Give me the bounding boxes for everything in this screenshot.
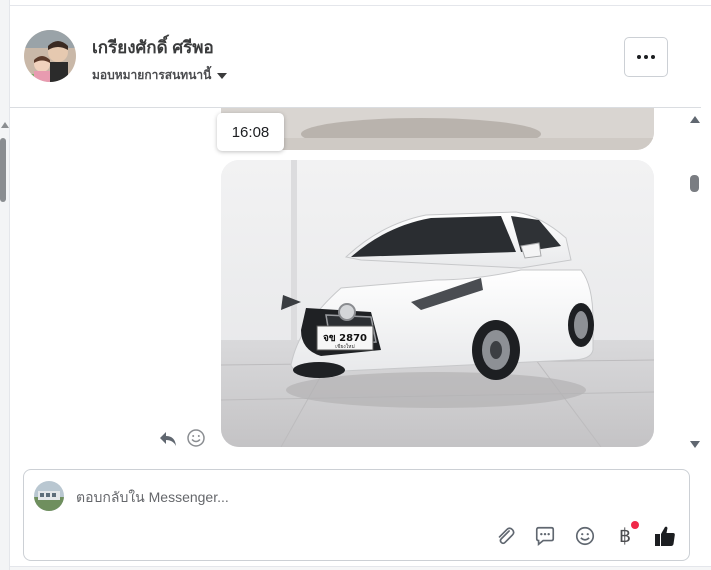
saved-replies-button[interactable] [533,524,557,548]
assign-conversation-dropdown[interactable]: มอบหมายการสนทนานี้ [92,66,228,85]
payment-icon: ฿ [618,525,632,547]
conversation-header: เกรียงศักดิ์ ศรีพอ มอบหมายการสนทนานี้ [10,6,701,108]
payment-button[interactable]: ฿ [613,521,639,548]
reply-icon[interactable] [158,428,178,448]
scroll-up-arrow-icon[interactable] [690,116,700,123]
attach-icon [498,527,515,545]
left-scrollbar[interactable] [0,0,10,570]
assign-label: มอบหมายการสนทนานี้ [92,68,212,82]
attach-button[interactable] [493,524,517,548]
caret-down-icon [217,72,228,79]
car-photo-message[interactable]: จข 2870 เชียงใหม่ [221,160,654,447]
reply-composer: ฿ [23,469,690,561]
emoji-button[interactable] [573,524,597,548]
more-options-button[interactable] [624,37,668,77]
scroll-thumb[interactable] [690,175,699,192]
reply-input[interactable] [76,485,656,509]
license-plate-province: เชียงใหม่ [335,343,355,350]
contact-avatar[interactable] [24,30,76,82]
like-icon [655,526,675,546]
right-scrollbar[interactable] [686,108,711,458]
divider [10,566,711,570]
notification-dot [631,521,639,529]
scroll-down-arrow-icon[interactable] [690,441,700,448]
contact-name[interactable]: เกรียงศักดิ์ ศรีพอ [92,34,214,61]
message-timestamp: 16:08 [217,113,284,151]
car-photo: จข 2870 เชียงใหม่ [221,160,654,447]
contact-avatar-image [24,30,76,82]
scroll-thumb[interactable] [0,138,6,202]
composer-toolbar: ฿ [493,521,677,548]
license-plate-text: จข 2870 [323,333,367,344]
saved-replies-icon [535,526,555,546]
like-button[interactable] [653,524,677,548]
page-avatar [34,481,64,511]
message-actions [158,428,206,448]
previous-photo-message[interactable] [221,108,654,150]
emoji-icon [575,526,595,546]
more-options-icon [637,55,641,59]
scroll-up-arrow-icon[interactable] [1,122,9,128]
react-icon[interactable] [186,428,206,448]
